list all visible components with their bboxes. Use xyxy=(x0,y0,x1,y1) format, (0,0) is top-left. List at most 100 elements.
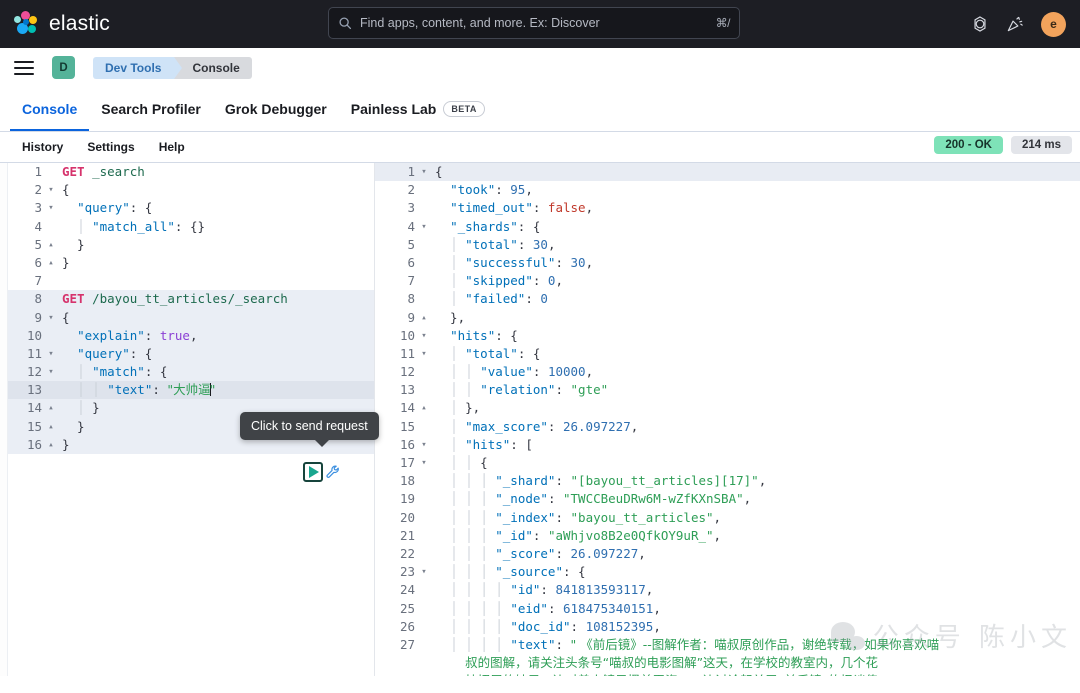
beta-badge: BETA xyxy=(443,101,484,117)
app-tabs: Console Search Profiler Grok Debugger Pa… xyxy=(0,88,1080,132)
line-number: 22 xyxy=(375,545,419,563)
code-text: "_shards": { xyxy=(429,218,1080,236)
code-text: │ │ │ │ "id": 841813593117, xyxy=(429,581,1080,599)
code-line: 14▴ │ }, xyxy=(375,399,1080,417)
toolbar-history[interactable]: History xyxy=(10,140,75,154)
breadcrumb-item-dev-tools[interactable]: Dev Tools xyxy=(93,57,175,79)
response-viewer[interactable]: 1▾{2 "took": 95,3 "timed_out": false,4▾ … xyxy=(375,163,1080,676)
fold-toggle-icon[interactable]: ▴ xyxy=(419,309,429,327)
code-text: 枝招展的妹子一边对着小镜子搔首弄姿，一边讨论起关于“前后镜”的怪谈传 xyxy=(429,672,1080,676)
code-text: } xyxy=(56,254,374,272)
fold-toggle-icon[interactable]: ▾ xyxy=(419,163,429,181)
tab-painless-lab[interactable]: Painless Lab BETA xyxy=(339,88,497,131)
fold-toggle-icon[interactable]: ▾ xyxy=(419,454,429,472)
code-text: │ │ │ │ "doc_id": 108152395, xyxy=(429,618,1080,636)
code-line: 15 │ "max_score": 26.097227, xyxy=(375,418,1080,436)
send-request-tooltip: Click to send request xyxy=(240,412,379,440)
code-line: 5 │ "total": 30, xyxy=(375,236,1080,254)
code-text: │ │ { xyxy=(429,454,1080,472)
fold-toggle-icon[interactable]: ▾ xyxy=(46,199,56,217)
request-editor-rows: 1GET _search2▾{3▾ "query": {4 │ "match_a… xyxy=(0,163,374,454)
tab-search-profiler-label: Search Profiler xyxy=(101,101,201,117)
avatar[interactable]: e xyxy=(1041,12,1066,37)
line-number: 5 xyxy=(375,236,419,254)
code-text: { xyxy=(56,309,374,327)
global-search[interactable]: ⌘/ xyxy=(328,7,740,39)
response-rows: 1▾{2 "took": 95,3 "timed_out": false,4▾ … xyxy=(375,163,1080,676)
search-icon xyxy=(338,16,352,30)
fold-toggle-icon[interactable]: ▾ xyxy=(46,309,56,327)
breadcrumb: Dev Tools Console xyxy=(93,57,252,79)
fold-toggle-icon[interactable]: ▾ xyxy=(419,345,429,363)
editor-left-margin xyxy=(0,163,8,676)
code-line: 27 │ │ │ │ "text": " 《前后镜》--图解作者：喵叔原创作品，… xyxy=(375,636,1080,654)
console-toolbar: History Settings Help 200 - OK 214 ms xyxy=(0,132,1080,162)
code-line: 16▾ │ "hits": [ xyxy=(375,436,1080,454)
play-icon[interactable] xyxy=(303,462,323,482)
help-circle-icon[interactable] xyxy=(971,15,989,33)
code-text: │ "skipped": 0, xyxy=(429,272,1080,290)
code-text: │ │ │ │ "eid": 618475340151, xyxy=(429,600,1080,618)
code-text: │ "total": 30, xyxy=(429,236,1080,254)
code-text: │ "max_score": 26.097227, xyxy=(429,418,1080,436)
code-text: GET /bayou_tt_articles/_search xyxy=(56,290,374,308)
fold-toggle-icon[interactable]: ▾ xyxy=(46,363,56,381)
party-popper-icon[interactable] xyxy=(1006,15,1024,33)
code-line: 5▴ } xyxy=(0,236,374,254)
code-line: 13 │ │ "text": "大帅逼" xyxy=(0,381,374,399)
code-text: │ │ │ "_score": 26.097227, xyxy=(429,545,1080,563)
space-badge[interactable]: D xyxy=(52,56,75,79)
code-line: 11▾ │ "total": { xyxy=(375,345,1080,363)
code-text: │ │ │ "_id": "aWhjvo8B2e0QfkOY9uR_", xyxy=(429,527,1080,545)
code-line: 26 │ │ │ │ "doc_id": 108152395, xyxy=(375,618,1080,636)
menu-icon[interactable] xyxy=(14,61,34,75)
fold-toggle-icon[interactable]: ▴ xyxy=(46,418,56,436)
code-line: 6 │ "successful": 30, xyxy=(375,254,1080,272)
fold-toggle-icon[interactable]: ▾ xyxy=(46,181,56,199)
code-line: 2▾{ xyxy=(0,181,374,199)
code-line: 12 │ │ "value": 10000, xyxy=(375,363,1080,381)
fold-toggle-icon[interactable]: ▴ xyxy=(46,254,56,272)
toolbar-help[interactable]: Help xyxy=(147,140,197,154)
tab-search-profiler[interactable]: Search Profiler xyxy=(89,88,213,131)
code-text: "explain": true, xyxy=(56,327,374,345)
line-number: 14 xyxy=(375,399,419,417)
toolbar-settings[interactable]: Settings xyxy=(75,140,146,154)
fold-toggle-icon[interactable]: ▾ xyxy=(419,327,429,345)
search-input[interactable] xyxy=(360,16,708,30)
tab-painless-lab-label: Painless Lab xyxy=(351,101,437,117)
search-shortcut-hint: ⌘/ xyxy=(716,16,730,30)
tab-console[interactable]: Console xyxy=(10,88,89,131)
code-line: 1GET _search xyxy=(0,163,374,181)
code-line: 3▾ "query": { xyxy=(0,199,374,217)
fold-toggle-icon[interactable]: ▴ xyxy=(46,236,56,254)
code-line: 18 │ │ │ "_shard": "[bayou_tt_articles][… xyxy=(375,472,1080,490)
code-line: 8 │ "failed": 0 xyxy=(375,290,1080,308)
elastic-brand[interactable]: elastic xyxy=(14,11,110,37)
code-text: │ │ │ "_node": "TWCCBeuDRw6M-wZfKXnSBA", xyxy=(429,490,1080,508)
fold-toggle-icon[interactable]: ▾ xyxy=(419,436,429,454)
line-number: 20 xyxy=(375,509,419,527)
fold-toggle-icon[interactable]: ▴ xyxy=(46,436,56,454)
header-actions: e xyxy=(971,0,1066,48)
fold-toggle-icon[interactable]: ▴ xyxy=(419,399,429,417)
code-line: 7 xyxy=(0,272,374,290)
code-line: 25 │ │ │ │ "eid": 618475340151, xyxy=(375,600,1080,618)
line-number: 25 xyxy=(375,600,419,618)
code-text: │ │ "value": 10000, xyxy=(429,363,1080,381)
brand-name: elastic xyxy=(49,12,110,36)
breadcrumb-item-console[interactable]: Console xyxy=(174,57,251,79)
elapsed-badge: 214 ms xyxy=(1011,136,1072,154)
global-header: elastic ⌘/ e xyxy=(0,0,1080,48)
line-number: 11 xyxy=(375,345,419,363)
tab-grok-debugger[interactable]: Grok Debugger xyxy=(213,88,339,131)
fold-toggle-icon[interactable]: ▾ xyxy=(419,563,429,581)
code-text: │ │ │ "_index": "bayou_tt_articles", xyxy=(429,509,1080,527)
fold-toggle-icon[interactable]: ▴ xyxy=(46,399,56,417)
line-number: 21 xyxy=(375,527,419,545)
line-number: 15 xyxy=(375,418,419,436)
fold-toggle-icon[interactable]: ▾ xyxy=(46,345,56,363)
wrench-icon[interactable] xyxy=(325,464,342,481)
code-line: 24 │ │ │ │ "id": 841813593117, xyxy=(375,581,1080,599)
fold-toggle-icon[interactable]: ▾ xyxy=(419,218,429,236)
